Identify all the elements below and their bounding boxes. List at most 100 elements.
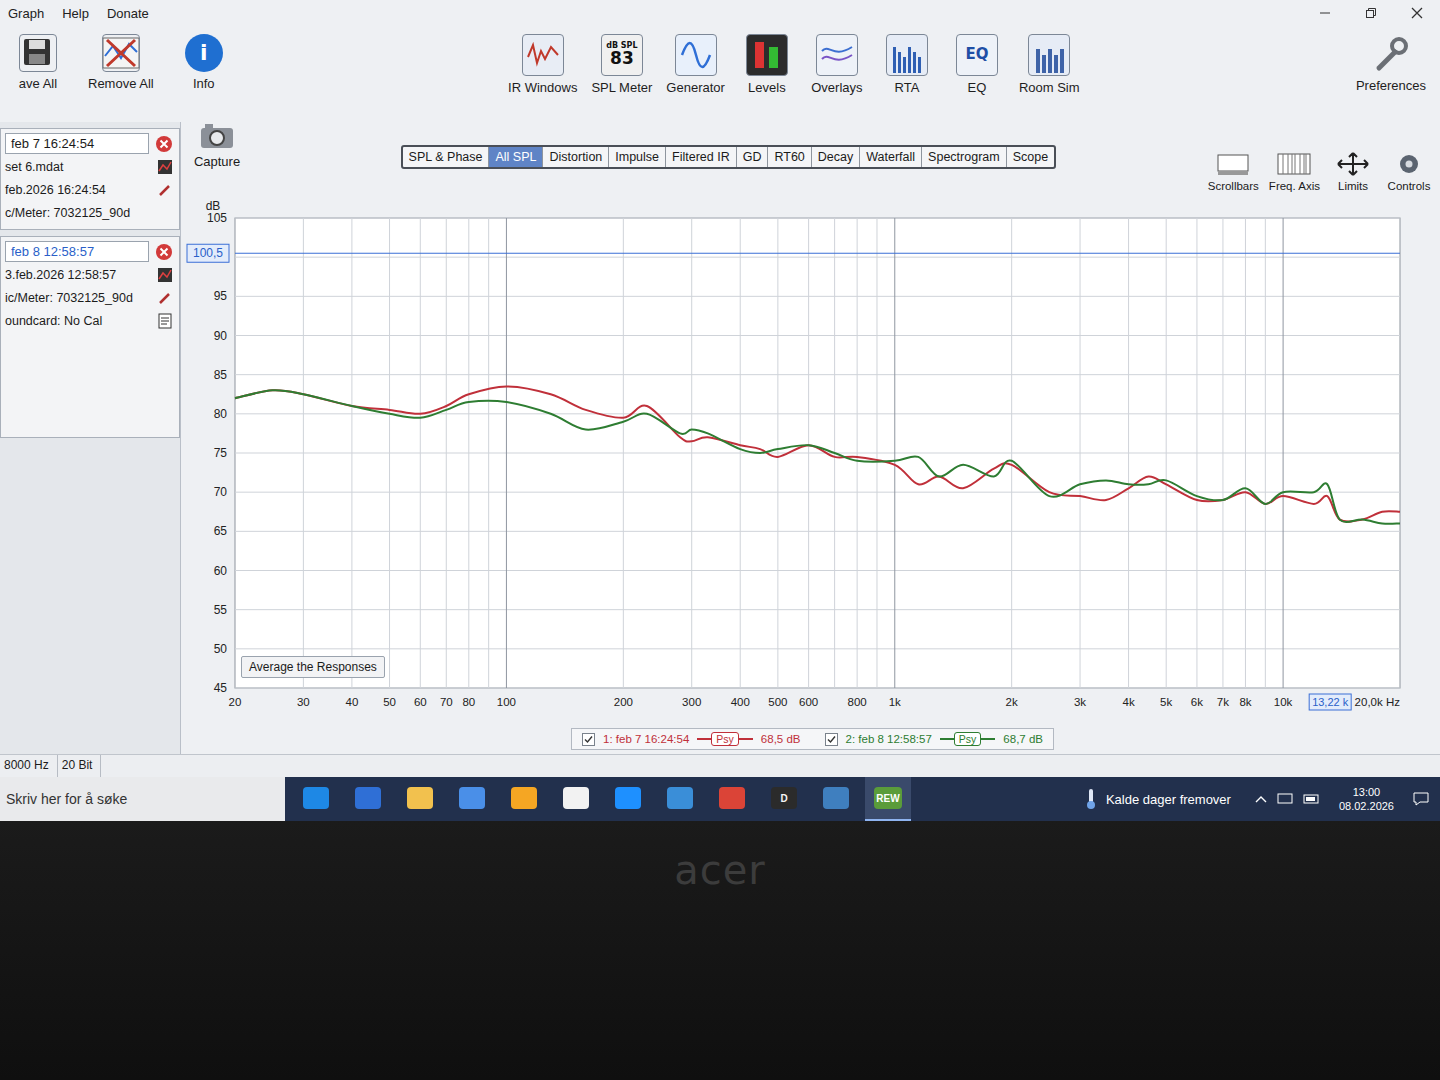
grid-line [691,218,692,688]
graph-tab[interactable]: SPL & Phase [403,147,490,167]
graph-control-button[interactable]: Freq. Axis [1269,151,1320,192]
graph-tab[interactable]: RT60 [768,147,811,167]
toolbar-button[interactable]: ave All [6,32,70,93]
measurement-title[interactable]: feb 8 12:58:57 [5,241,149,262]
toolbar-button[interactable]: Overlays [805,32,869,97]
tool-icon [886,34,928,76]
y-cursor-line[interactable] [235,253,1400,254]
graph-control-button[interactable]: Limits [1330,151,1376,192]
notification-icon[interactable] [1412,791,1430,807]
toolbar-button[interactable]: RTA [875,32,939,97]
taskbar-app[interactable] [345,777,391,821]
graph-tab[interactable]: Spectrogram [922,147,1007,167]
line-sample-icon [981,737,995,741]
graph-tab[interactable]: Waterfall [860,147,922,167]
toolbar-button[interactable]: IR Windows [504,32,581,97]
remove-icon[interactable] [155,243,173,261]
close-button[interactable] [1394,0,1440,26]
toolbar-button[interactable]: Levels [735,32,799,97]
graph-tab[interactable]: Filtered IR [666,147,737,167]
graph-tab[interactable]: Decay [812,147,860,167]
notes-icon[interactable] [157,313,173,329]
legend-checkbox[interactable] [825,733,838,746]
grid-line [777,218,778,688]
toolbar-button[interactable]: Generator [662,32,729,97]
legend-checkbox[interactable] [582,733,595,746]
measurement-title[interactable]: feb 7 16:24:54 [5,133,149,154]
x-tick: 20 [229,696,242,708]
grid-line [1128,218,1129,688]
toolbar-button[interactable]: Remove All [84,32,158,93]
x-tick: 3k [1074,696,1086,708]
taskbar-app[interactable] [397,777,443,821]
measurement-card[interactable]: feb 7 16:24:54set 6.mdatfeb.2026 16:24:5… [0,128,180,230]
taskbar-app[interactable] [293,777,339,821]
taskbar-app[interactable] [709,777,755,821]
menu-item[interactable]: Donate [105,3,151,24]
graph-icon[interactable] [157,159,173,175]
legend: 1: feb 7 16:24:54Psy68,5 dB 2: feb 8 12:5… [185,726,1440,754]
network-icon[interactable] [1277,792,1293,806]
y-tick: 70 [214,485,228,499]
check-icon [584,735,593,744]
icon-text: EQ [965,47,988,63]
taskbar-app[interactable]: D [761,777,807,821]
average-responses-button[interactable]: Average the Responses [241,656,385,678]
grid-line [1283,218,1284,688]
search-box[interactable]: Skriv her for å søke [0,777,285,821]
toolbar-button[interactable]: dB SPL83SPL Meter [587,32,656,97]
taskbar-app[interactable] [605,777,651,821]
chevron-up-icon[interactable] [1255,794,1267,804]
graph-tab[interactable]: GD [737,147,769,167]
rew-window: Graph Help Donate ave AllRemove AlliInfo IR … [0,0,1440,777]
preferences-button[interactable]: Preferences [1352,32,1430,95]
toolbar-button[interactable]: iInfo [172,32,236,93]
weather[interactable]: Kalde dager fremover [1070,788,1245,810]
remove-all-icon [102,36,140,70]
clock[interactable]: 13:0008.02.2026 [1331,785,1402,814]
graph-tab[interactable]: Impulse [609,147,666,167]
app-icon [563,787,589,809]
grid-line [351,218,352,688]
taskbar-app[interactable] [657,777,703,821]
graph-icon[interactable] [157,267,173,283]
legend-item[interactable]: 1: feb 7 16:24:54Psy68,5 dB [582,732,801,746]
measurement-card[interactable]: feb 8 12:58:573.feb.2026 12:58:57ic/Mete… [0,236,180,438]
grid-line [235,648,1400,649]
x-tick: 8k [1239,696,1251,708]
taskbar-app[interactable] [553,777,599,821]
menu-item[interactable]: Graph [6,3,46,24]
remove-icon[interactable] [155,135,173,153]
graph-control-button[interactable]: Controls [1386,151,1432,192]
taskbar-app[interactable] [813,777,859,821]
graph-tab[interactable]: Scope [1007,147,1054,167]
legend-item[interactable]: 2: feb 8 12:58:57Psy68,7 dB [825,732,1044,746]
taskbar-app[interactable] [501,777,547,821]
minimize-button[interactable] [1302,0,1348,26]
graph-tab[interactable]: All SPL [489,147,543,167]
pencil-icon[interactable] [157,182,173,198]
taskbar: Skriv her for å søke D REW Kalde dager frem… [0,777,1440,821]
series-line [235,390,1400,524]
x-tick: 1k [889,696,901,708]
toolbar-button[interactable]: Room Sim [1015,32,1084,97]
graph-control-button[interactable]: Scrollbars [1208,151,1259,192]
grid-line [468,218,469,688]
capture-button[interactable]: Capture [185,122,249,169]
menu-item[interactable]: Help [60,3,91,24]
spl-chart[interactable]: dB1059590858075706560555045100,520304050… [185,196,1435,726]
toolbar: ave AllRemove AlliInfo IR WindowsdB SPL83… [0,26,1440,122]
taskbar-app[interactable]: REW [865,777,911,821]
close-icon [1411,7,1423,19]
pencil-icon[interactable] [157,290,173,306]
tool-icon [675,34,717,76]
grid-line [389,218,390,688]
notification-area [1402,791,1440,807]
toolbar-button[interactable]: EQEQ [945,32,1009,97]
taskbar-app[interactable] [449,777,495,821]
icon-text: 83 [610,50,634,68]
chart-plot[interactable]: dB1059590858075706560555045100,520304050… [185,196,1435,726]
graph-tab[interactable]: Distortion [543,147,609,167]
restore-button[interactable] [1348,0,1394,26]
battery-icon[interactable] [1303,793,1321,805]
